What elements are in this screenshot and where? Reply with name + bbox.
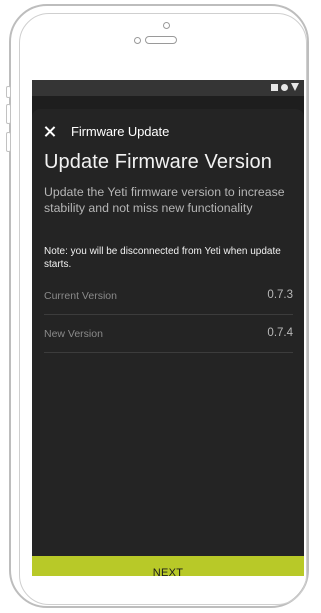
new-version-label: New Version xyxy=(44,328,103,340)
firmware-update-sheet: Firmware Update Update Firmware Version … xyxy=(32,109,304,576)
page-title: Update Firmware Version xyxy=(44,151,272,173)
screen: Firmware Update Update Firmware Version … xyxy=(32,80,304,576)
close-icon[interactable] xyxy=(44,126,55,137)
speaker-grille xyxy=(145,36,177,44)
front-camera-icon xyxy=(163,22,170,29)
disconnect-note: Note: you will be disconnected from Yeti… xyxy=(44,246,281,270)
current-version-label: Current Version xyxy=(44,290,117,302)
device-mockup: Firmware Update Update Firmware Version … xyxy=(0,0,321,613)
side-button-top xyxy=(6,86,11,98)
status-icons xyxy=(271,83,299,91)
sensor-icon xyxy=(134,37,141,44)
current-version-value: 0.7.3 xyxy=(267,289,293,301)
next-button[interactable]: NEXT xyxy=(32,556,304,576)
triangle-icon xyxy=(291,83,299,91)
new-version-value: 0.7.4 xyxy=(267,327,293,339)
toolbar-title: Firmware Update xyxy=(71,124,170,139)
circle-icon xyxy=(281,83,288,91)
new-version-row: New Version 0.7.4 xyxy=(44,315,293,353)
current-version-row: Current Version 0.7.3 xyxy=(44,277,293,315)
app-area: Firmware Update Update Firmware Version … xyxy=(32,96,304,576)
side-button-bottom xyxy=(6,132,11,152)
square-icon xyxy=(271,83,278,91)
status-bar xyxy=(32,80,304,96)
description-text: Update the Yeti firmware version to incr… xyxy=(44,185,285,215)
toolbar: Firmware Update xyxy=(32,115,304,145)
side-button-middle xyxy=(6,104,11,124)
next-button-label: NEXT xyxy=(152,566,184,577)
